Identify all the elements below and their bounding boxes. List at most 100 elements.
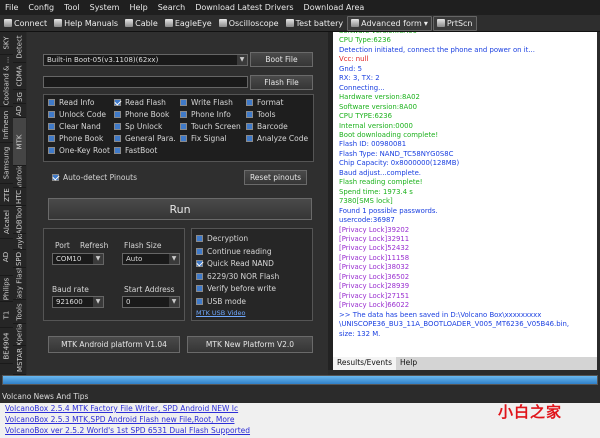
news-link[interactable]: VolcanoBox ver 2.5.2 World's 1st SPD 653… bbox=[5, 425, 600, 436]
menu-item[interactable]: Help bbox=[124, 3, 152, 12]
tab-inner[interactable]: CDMA bbox=[13, 63, 26, 90]
checkbox[interactable] bbox=[196, 297, 203, 305]
tab-help[interactable]: Help bbox=[396, 357, 421, 370]
advanced-option[interactable]: Quick Read NAND bbox=[196, 259, 274, 268]
tab-outer[interactable]: ZTE bbox=[0, 184, 13, 206]
tab-inner[interactable]: AD bbox=[13, 104, 26, 118]
mtk-new-platform-button[interactable]: MTK New Platform V2.0 bbox=[187, 336, 313, 353]
auto-detect-checkbox[interactable]: Auto-detect Pinouts bbox=[52, 173, 137, 182]
mtk-android-platform-button[interactable]: MTK Android platform V1.04 bbox=[48, 336, 180, 353]
menu-item[interactable]: Download Latest Drivers bbox=[190, 3, 298, 12]
operation-option[interactable]: Analyze Code bbox=[246, 134, 308, 143]
menu-item[interactable]: Tool bbox=[59, 3, 85, 12]
operation-option[interactable]: Touch Screen bbox=[180, 122, 241, 131]
tab-outer[interactable]: Infineon bbox=[0, 107, 13, 143]
operation-option[interactable]: Tools bbox=[246, 110, 275, 119]
operation-option[interactable]: Barcode bbox=[246, 122, 288, 131]
reset-pinouts-button[interactable]: Reset pinouts bbox=[244, 170, 307, 185]
checkbox[interactable] bbox=[114, 147, 121, 154]
flash-file-button[interactable]: Flash File bbox=[250, 75, 313, 90]
checkbox[interactable] bbox=[196, 285, 203, 292]
start-address-select[interactable]: 0 ▼ bbox=[122, 296, 180, 308]
operation-option[interactable]: Sp Unlock bbox=[114, 122, 162, 131]
tab-inner[interactable]: MTK bbox=[13, 118, 26, 166]
operation-option[interactable]: Format bbox=[246, 98, 283, 107]
tab-inner[interactable]: ADBTool bbox=[13, 206, 26, 234]
checkbox[interactable] bbox=[196, 247, 203, 255]
checkbox[interactable] bbox=[114, 123, 121, 130]
checkbox[interactable] bbox=[48, 135, 55, 142]
advanced-option[interactable]: Continue reading bbox=[196, 247, 272, 256]
operation-option[interactable]: Clear Nand bbox=[48, 122, 101, 131]
operation-option[interactable]: Phone Book bbox=[48, 134, 103, 143]
boot-select[interactable]: Built-in Boot-05(v3.1108)(62xx) ▼ bbox=[43, 54, 248, 66]
tab-inner[interactable]: MSTAR bbox=[13, 346, 26, 375]
operation-option[interactable]: Phone Info bbox=[180, 110, 231, 119]
toolbar-button[interactable]: Advanced form ▾ bbox=[347, 15, 432, 31]
advanced-option[interactable]: Verify before write bbox=[196, 284, 276, 293]
tab-inner[interactable]: Tools bbox=[13, 300, 26, 324]
checkbox[interactable] bbox=[196, 260, 203, 267]
toolbar-button[interactable]: Help Manuals bbox=[51, 16, 121, 31]
tab-inner[interactable]: Android bbox=[13, 166, 26, 188]
operation-option[interactable]: Phone Book bbox=[114, 110, 169, 119]
operation-option[interactable]: Read Flash bbox=[114, 98, 166, 107]
operation-option[interactable]: Fix Signal bbox=[180, 134, 227, 143]
menu-item[interactable]: File bbox=[0, 3, 23, 12]
tab-outer[interactable]: BE4904 bbox=[0, 328, 13, 364]
operation-option[interactable]: Unlock Code bbox=[48, 110, 106, 119]
baud-rate-select[interactable]: 921600 ▼ bbox=[52, 296, 104, 308]
operation-option[interactable]: FastBoot bbox=[114, 146, 157, 155]
advanced-option[interactable]: Decryption bbox=[196, 234, 248, 243]
boot-file-button[interactable]: Boot File bbox=[250, 52, 313, 67]
toolbar-button[interactable]: Connect bbox=[1, 16, 50, 31]
operation-option[interactable]: Write Flash bbox=[180, 98, 233, 107]
checkbox[interactable] bbox=[48, 111, 55, 118]
tab-inner[interactable]: Anyka bbox=[13, 234, 26, 250]
tab-results[interactable]: Results/Events bbox=[333, 357, 397, 370]
menu-item[interactable]: System bbox=[85, 3, 125, 12]
tab-inner[interactable]: 3G bbox=[13, 90, 26, 104]
operation-option[interactable]: General Para. bbox=[114, 134, 176, 143]
run-button[interactable]: Run bbox=[48, 198, 312, 220]
port-select[interactable]: COM10 ▼ bbox=[52, 253, 104, 265]
refresh-link[interactable]: Refresh bbox=[80, 241, 108, 250]
checkbox[interactable] bbox=[180, 111, 187, 118]
tab-inner[interactable]: Detect bbox=[13, 32, 26, 63]
tab-outer[interactable]: Philips bbox=[0, 276, 13, 302]
tab-outer[interactable]: Alcatel bbox=[0, 206, 13, 239]
tab-inner[interactable]: SPD bbox=[13, 250, 26, 268]
flash-size-select[interactable]: Auto ▼ bbox=[122, 253, 180, 265]
advanced-option[interactable]: USB mode bbox=[196, 297, 246, 306]
menu-item[interactable]: Download Area bbox=[299, 3, 370, 12]
checkbox[interactable] bbox=[246, 135, 253, 142]
checkbox[interactable] bbox=[180, 135, 187, 142]
toolbar-button[interactable]: PrtScn bbox=[432, 15, 477, 31]
checkbox[interactable] bbox=[48, 99, 55, 106]
usb-video-link[interactable]: MTK USB Video bbox=[196, 309, 246, 317]
tab-outer[interactable]: AD bbox=[0, 239, 13, 276]
tab-outer[interactable]: SKY bbox=[0, 32, 13, 55]
tab-inner[interactable]: Xperia bbox=[13, 324, 26, 346]
operation-option[interactable]: One-Key Root bbox=[48, 146, 110, 155]
menu-item[interactable]: Search bbox=[153, 3, 190, 12]
checkbox[interactable] bbox=[246, 99, 253, 106]
checkbox[interactable] bbox=[48, 147, 55, 154]
checkbox[interactable] bbox=[114, 135, 121, 142]
checkbox[interactable] bbox=[180, 123, 187, 130]
checkbox[interactable] bbox=[196, 272, 203, 280]
flash-file-path[interactable] bbox=[43, 76, 248, 88]
checkbox[interactable] bbox=[48, 123, 55, 130]
checkbox[interactable] bbox=[114, 111, 121, 118]
toolbar-button[interactable]: EagleEye bbox=[162, 16, 215, 31]
tab-outer[interactable]: Coolsand & ... bbox=[0, 55, 13, 107]
menu-item[interactable]: Config bbox=[23, 3, 59, 12]
tab-inner[interactable]: HTC bbox=[13, 188, 26, 206]
checkbox[interactable] bbox=[114, 99, 121, 106]
toolbar-button[interactable]: Cable bbox=[122, 16, 161, 31]
tab-outer[interactable]: Samsung bbox=[0, 143, 13, 184]
checkbox[interactable] bbox=[196, 235, 203, 242]
operation-option[interactable]: Read Info bbox=[48, 98, 94, 107]
advanced-option[interactable]: 6229/30 NOR Flash bbox=[196, 272, 279, 281]
toolbar-button[interactable]: Oscilloscope bbox=[216, 16, 282, 31]
